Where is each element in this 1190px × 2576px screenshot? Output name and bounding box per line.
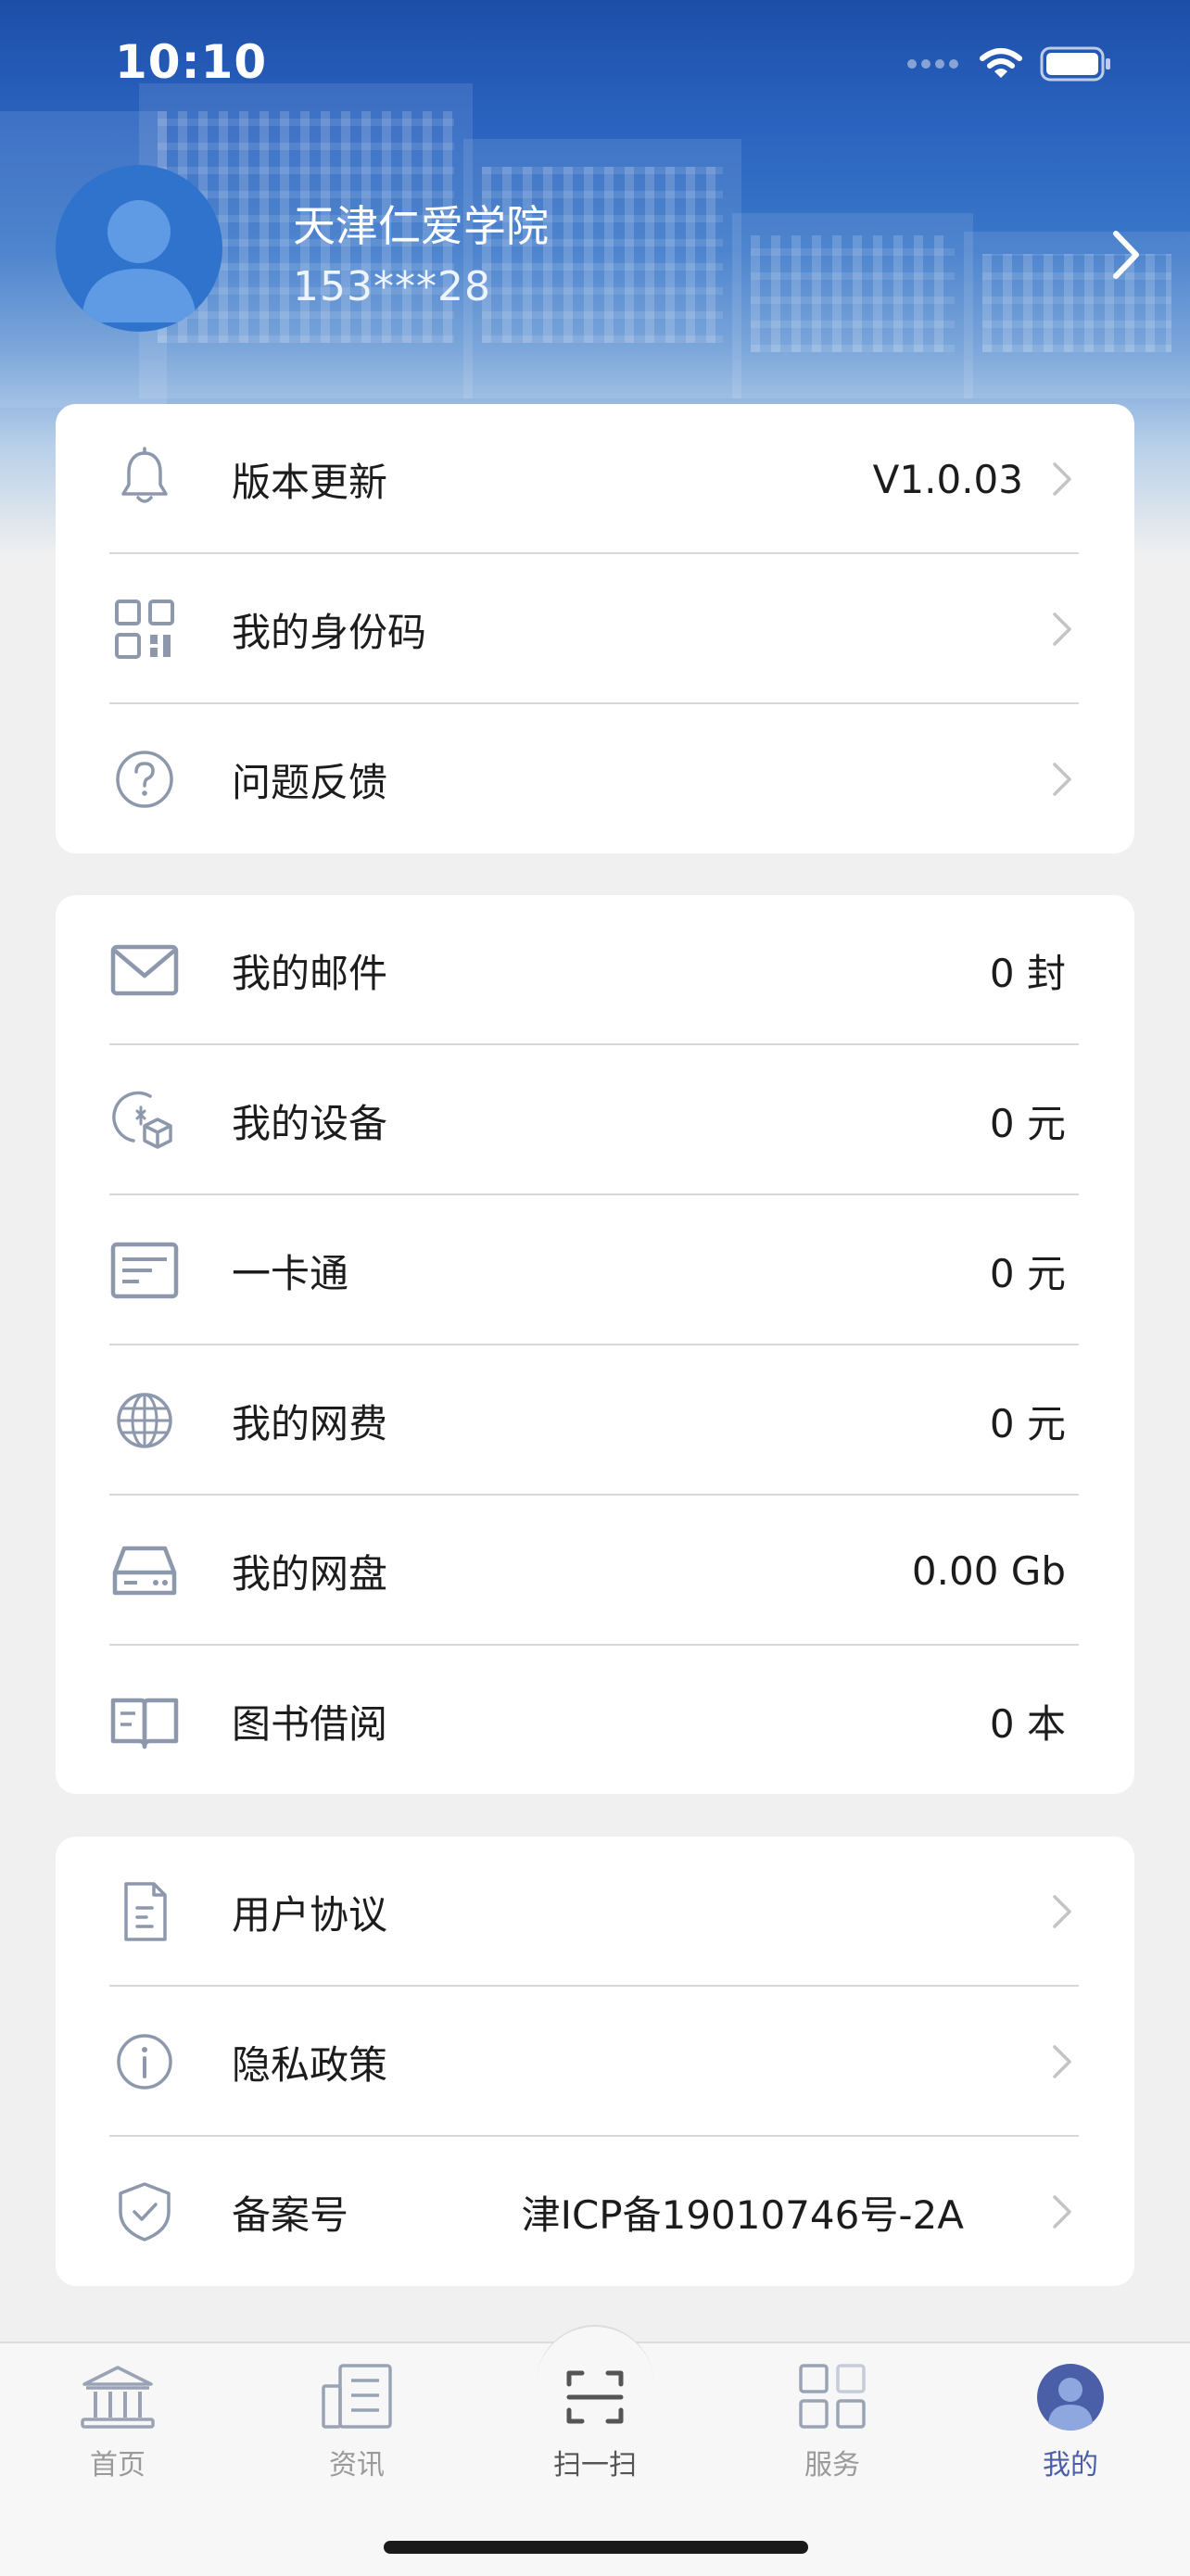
building-icon (81, 2366, 155, 2429)
tab-mine[interactable]: 我的 (1001, 2362, 1140, 2482)
profile-chevron-right-icon[interactable] (1110, 228, 1144, 282)
globe-icon (117, 1393, 172, 1448)
cloud-disk-label: 我的网盘 (232, 1550, 388, 1597)
wifi-icon (980, 48, 1022, 78)
mail-icon (110, 944, 179, 996)
icp-record-row[interactable]: 备案号 津ICP备19010746号-2A (56, 2137, 1134, 2287)
legal-card: 用户协议 隐私政策 备案号 津ICP备19010746号-2A (56, 1837, 1134, 2286)
chevron-right-icon (1053, 763, 1071, 796)
user-name: 天津仁爱学院 (293, 201, 549, 251)
shield-check-icon (119, 2182, 171, 2241)
campus-card-value: 0 元 (989, 1250, 1066, 1296)
library-row[interactable]: 图书借阅 0 本 (56, 1646, 1134, 1796)
tab-services[interactable]: 服务 (763, 2362, 902, 2482)
chevron-right-icon (1053, 2045, 1071, 2078)
grid-icon (799, 2364, 866, 2429)
device-value: 0 元 (989, 1100, 1066, 1146)
chevron-right-icon (1053, 1895, 1071, 1928)
disk-icon (112, 1546, 177, 1596)
feedback-row[interactable]: 问题反馈 (56, 704, 1134, 854)
mail-value: 0 封 (989, 950, 1066, 996)
home-indicator[interactable] (384, 2541, 808, 2554)
info-circle-icon (117, 2034, 172, 2090)
profile-avatar[interactable] (56, 165, 222, 332)
chevron-right-icon (1053, 462, 1071, 496)
user-avatar-icon (1037, 2364, 1104, 2431)
user-phone: 153***28 (293, 263, 491, 310)
campus-card-row[interactable]: 一卡通 0 元 (56, 1195, 1134, 1345)
cloud-disk-row[interactable]: 我的网盘 0.00 Gb (56, 1496, 1134, 1646)
identity-code-row[interactable]: 我的身份码 (56, 554, 1134, 704)
chevron-right-icon (1053, 612, 1071, 646)
version-update-row[interactable]: 版本更新 V1.0.03 (56, 404, 1134, 554)
user-agreement-row[interactable]: 用户协议 (56, 1837, 1134, 1987)
bell-icon (121, 447, 168, 503)
status-icons (906, 46, 1112, 82)
tab-news[interactable]: 资讯 (287, 2362, 426, 2482)
icp-record-value: 津ICP备19010746号-2A (521, 2191, 964, 2238)
cellular-signal-icon (907, 59, 958, 69)
feedback-label: 问题反馈 (232, 759, 388, 805)
tab-mine-label: 我的 (1043, 2449, 1098, 2481)
document-icon (124, 1882, 167, 1941)
user-avatar-icon (82, 200, 196, 322)
device-label: 我的设备 (232, 1100, 388, 1146)
tab-scan[interactable]: 扫一扫 (525, 2362, 665, 2482)
network-fee-label: 我的网费 (232, 1400, 388, 1446)
status-time: 10:10 (115, 35, 268, 89)
card-icon (110, 1242, 179, 1299)
privacy-policy-row[interactable]: 隐私政策 (56, 1987, 1134, 2137)
help-circle-icon (116, 751, 173, 808)
icp-record-label: 备案号 (232, 2191, 349, 2238)
device-box-icon (112, 1091, 172, 1149)
chevron-right-icon (1053, 2195, 1071, 2229)
tab-services-label: 服务 (804, 2449, 860, 2481)
network-fee-row[interactable]: 我的网费 0 元 (56, 1345, 1134, 1496)
version-update-label: 版本更新 (232, 459, 388, 505)
tab-home-label: 首页 (90, 2449, 146, 2481)
device-row[interactable]: 我的设备 0 元 (56, 1045, 1134, 1195)
tab-news-label: 资讯 (329, 2449, 385, 2481)
cloud-disk-value: 0.00 Gb (911, 1547, 1066, 1594)
library-label: 图书借阅 (232, 1700, 388, 1747)
version-value: V1.0.03 (872, 456, 1023, 502)
tab-home[interactable]: 首页 (48, 2362, 187, 2482)
scan-icon (566, 2370, 624, 2424)
network-fee-value: 0 元 (989, 1400, 1066, 1446)
mail-label: 我的邮件 (232, 950, 388, 996)
tab-scan-label: 扫一扫 (553, 2449, 637, 2481)
news-icon (322, 2364, 392, 2429)
qr-code-icon (115, 600, 174, 659)
battery-icon (1040, 46, 1110, 82)
privacy-policy-label: 隐私政策 (232, 2041, 388, 2088)
identity-code-label: 我的身份码 (232, 609, 427, 655)
book-icon (110, 1698, 179, 1749)
mail-row[interactable]: 我的邮件 0 封 (56, 895, 1134, 1045)
library-value: 0 本 (989, 1700, 1066, 1747)
settings-card: 版本更新 V1.0.03 我的身份码 问题反馈 (56, 404, 1134, 853)
campus-card-label: 一卡通 (232, 1250, 349, 1296)
account-card: 我的邮件 0 封 我的设备 0 元 一卡通 0 元 我的网费 0 元 我的网盘 … (56, 895, 1134, 1794)
user-agreement-label: 用户协议 (232, 1891, 388, 1938)
